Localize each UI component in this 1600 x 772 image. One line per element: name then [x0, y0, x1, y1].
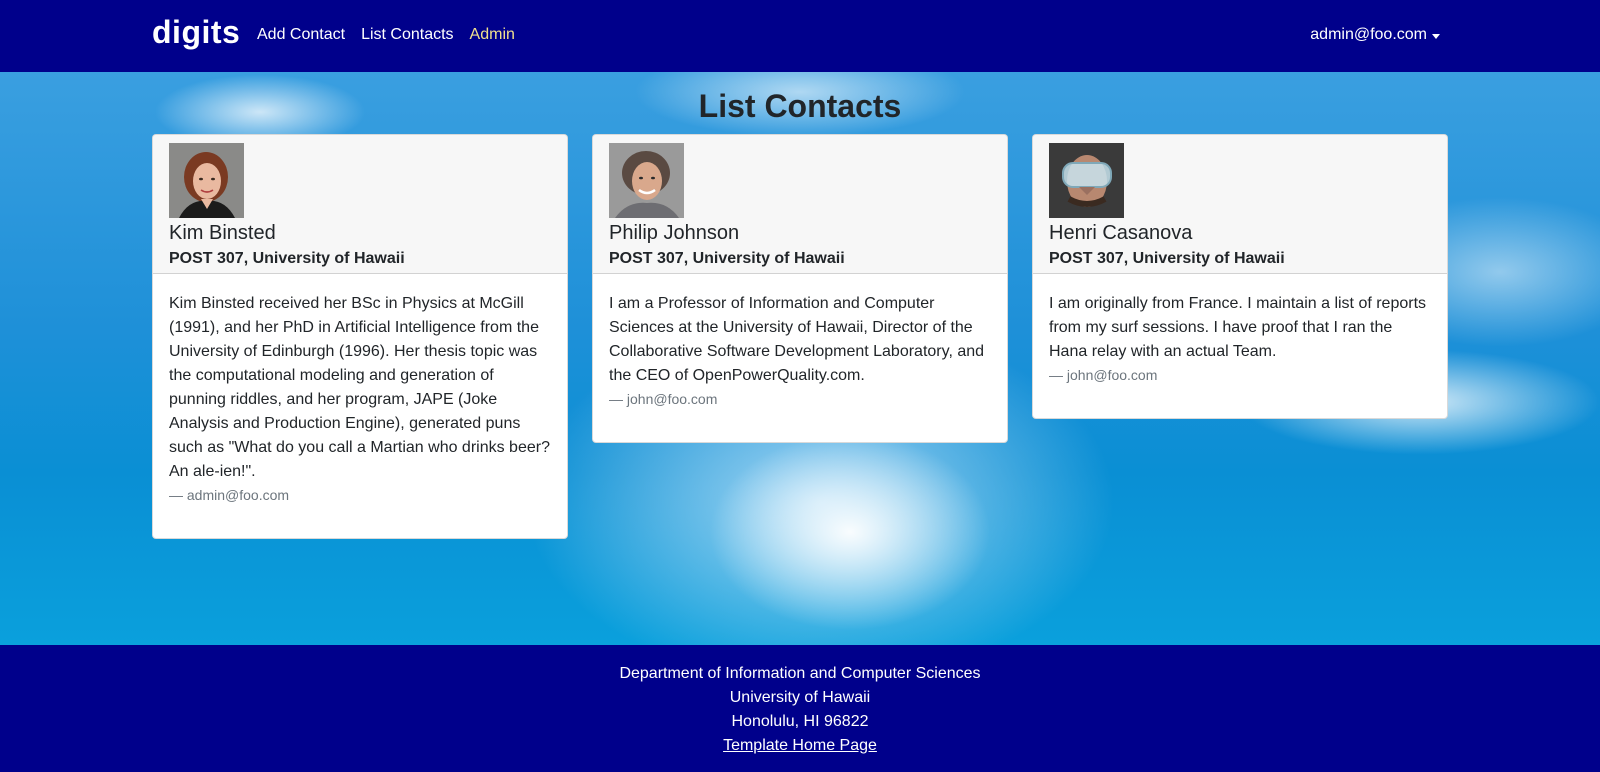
contact-card: Philip Johnson POST 307, University of H…: [592, 134, 1008, 443]
contact-owner: — admin@foo.com: [169, 487, 290, 503]
user-dropdown[interactable]: admin@foo.com: [1310, 26, 1440, 44]
contact-avatar: [1049, 143, 1124, 218]
footer-address: Honolulu, HI 96822: [731, 713, 869, 730]
footer-university: University of Hawaii: [729, 689, 871, 706]
nav-admin[interactable]: Admin: [470, 26, 515, 44]
caret-down-icon: [1432, 33, 1440, 39]
contact-name: Henri Casanova: [1049, 222, 1193, 244]
nav-links: Add Contact List Contacts Admin: [257, 26, 515, 44]
nav-list-contacts[interactable]: List Contacts: [361, 26, 453, 44]
contact-card: Henri Casanova POST 307, University of H…: [1032, 134, 1448, 419]
card-header: Kim Binsted POST 307, University of Hawa…: [153, 135, 567, 274]
contact-address: POST 307, University of Hawaii: [1049, 250, 1285, 267]
contact-card: Kim Binsted POST 307, University of Hawa…: [152, 134, 568, 539]
contact-description: I am a Professor of Information and Comp…: [609, 295, 985, 384]
card-header: Philip Johnson POST 307, University of H…: [593, 135, 1007, 274]
card-body: I am originally from France. I maintain …: [1033, 274, 1447, 418]
contact-name: Philip Johnson: [609, 222, 740, 244]
contact-owner: — john@foo.com: [1049, 367, 1158, 383]
contact-name: Kim Binsted: [169, 222, 276, 244]
user-email: admin@foo.com: [1310, 26, 1427, 43]
contact-owner: — john@foo.com: [609, 391, 718, 407]
contact-avatar: [169, 143, 244, 218]
template-home-link[interactable]: Template Home Page: [723, 737, 877, 754]
card-body: I am a Professor of Information and Comp…: [593, 274, 1007, 442]
nav-add-contact[interactable]: Add Contact: [257, 26, 345, 44]
page-title: List Contacts: [698, 88, 902, 124]
contact-address: POST 307, University of Hawaii: [169, 250, 405, 267]
contact-description: I am originally from France. I maintain …: [1049, 295, 1427, 360]
card-body: Kim Binsted received her BSc in Physics …: [153, 274, 567, 538]
navbar: digits Add Contact List Contacts Admin a…: [0, 0, 1600, 72]
main-content: List Contacts Kim Binsted POST 307, Univ…: [0, 72, 1600, 645]
contact-description: Kim Binsted received her BSc in Physics …: [169, 295, 550, 480]
contact-avatar: [609, 143, 684, 218]
card-header: Henri Casanova POST 307, University of H…: [1033, 135, 1447, 274]
footer: Department of Information and Computer S…: [0, 645, 1600, 772]
footer-department: Department of Information and Computer S…: [619, 665, 981, 682]
brand-logo[interactable]: digits: [152, 14, 240, 51]
contact-address: POST 307, University of Hawaii: [609, 250, 845, 267]
